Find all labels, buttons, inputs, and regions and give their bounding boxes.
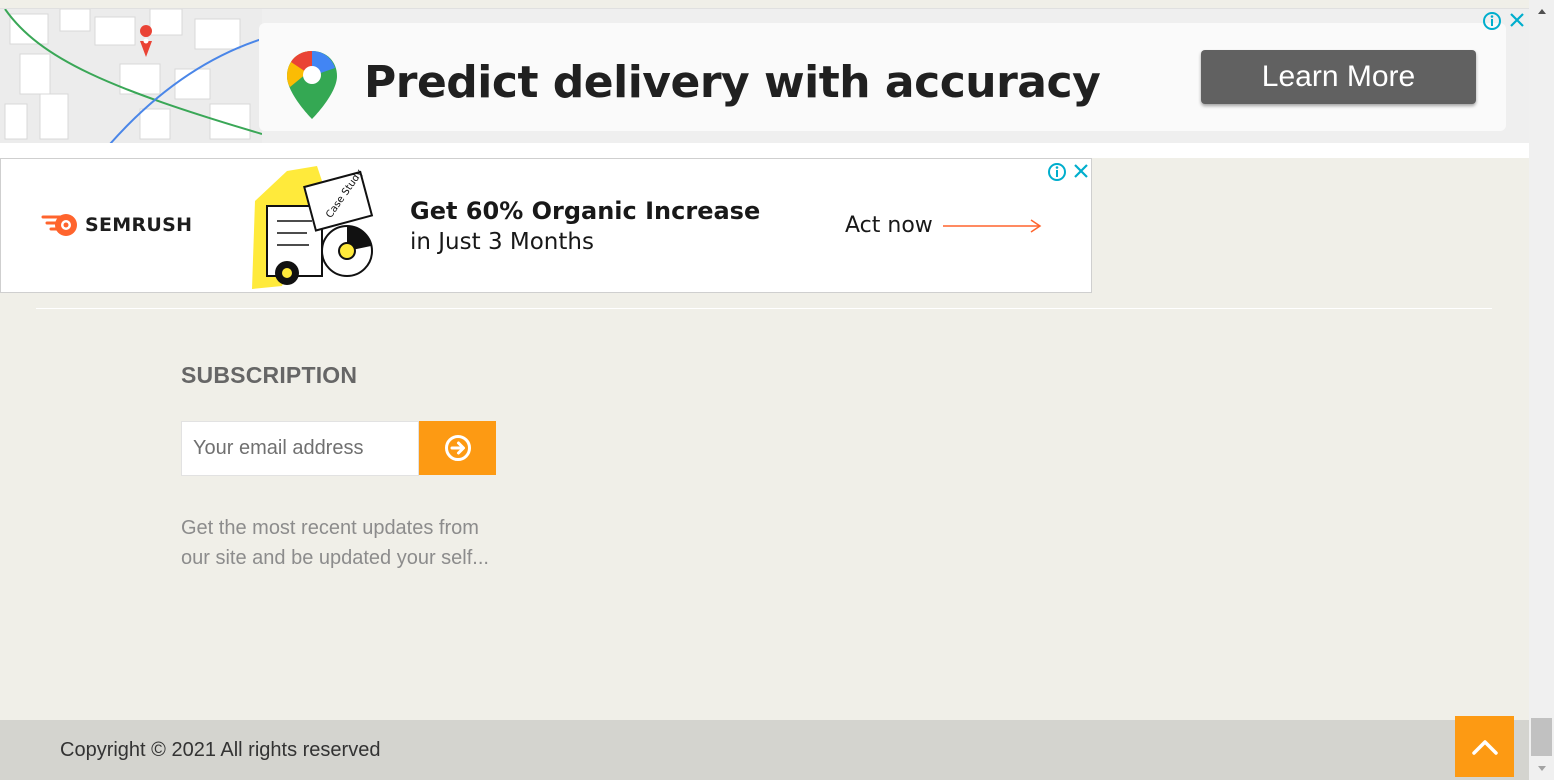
subscription-description: Get the most recent updates from our sit…: [181, 517, 489, 569]
google-maps-pin-icon: [285, 49, 339, 121]
close-icon[interactable]: [1508, 11, 1526, 34]
scroll-up-arrow-icon[interactable]: [1529, 0, 1554, 22]
act-now-link[interactable]: Act now: [845, 213, 1043, 238]
info-icon[interactable]: [1047, 162, 1067, 187]
arrow-circle-right-icon: [444, 435, 471, 461]
semrush-brand-text: SEMRUSH: [85, 214, 193, 236]
scrollbar-thumb[interactable]: [1531, 718, 1552, 756]
info-icon[interactable]: [1482, 11, 1502, 36]
section-divider: [36, 308, 1492, 309]
map-illustration: [0, 9, 262, 144]
case-study-illustration: Case Study: [247, 161, 382, 291]
ad-line-1: Get 60% Organic Increase: [410, 197, 761, 225]
subscribe-button[interactable]: [419, 421, 496, 475]
back-to-top-button[interactable]: [1455, 716, 1514, 777]
semrush-logo: SEMRUSH: [41, 212, 192, 238]
semrush-ad[interactable]: SEMRUSH Case Study Get 60% Organic Incre…: [0, 158, 1092, 293]
footer: Copyright © 2021 All rights reserved: [0, 720, 1529, 780]
arrow-right-icon: [942, 218, 1042, 233]
google-maps-ad[interactable]: Predict delivery with accuracy Learn Mor…: [0, 8, 1529, 144]
copyright-text: Copyright © 2021 All rights reserved: [60, 739, 381, 761]
ad-line-2: in Just 3 Months: [410, 229, 594, 255]
close-icon[interactable]: [1072, 162, 1090, 185]
subscription-heading: SUBSCRIPTION: [181, 362, 358, 388]
chevron-up-icon: [1471, 739, 1498, 755]
email-field[interactable]: [181, 421, 419, 476]
learn-more-button[interactable]: Learn More: [1201, 50, 1476, 104]
ad-spacer: [0, 143, 1529, 158]
scroll-down-arrow-icon[interactable]: [1529, 758, 1554, 780]
act-now-label: Act now: [845, 213, 933, 238]
ad-headline[interactable]: Predict delivery with accuracy: [364, 57, 1101, 108]
subscription-form: [181, 421, 496, 476]
vertical-scrollbar[interactable]: [1529, 0, 1554, 780]
